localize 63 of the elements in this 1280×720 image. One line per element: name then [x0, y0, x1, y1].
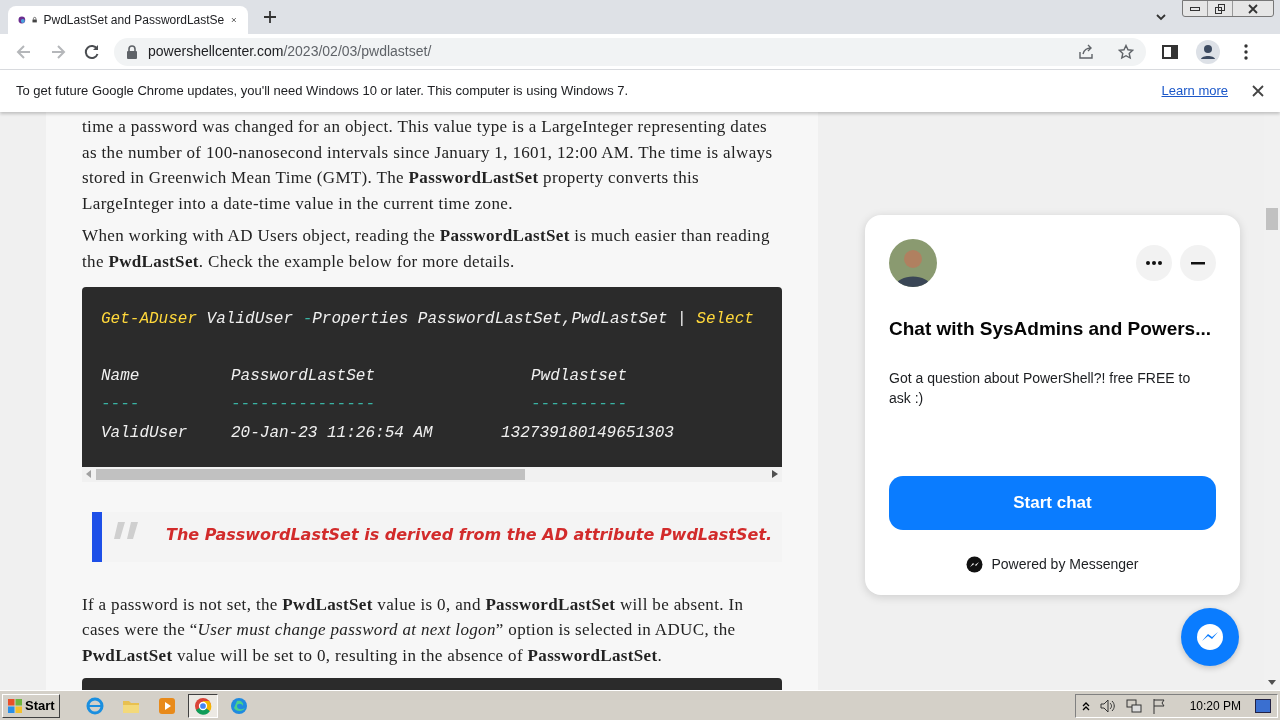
menu-icon[interactable] [1244, 43, 1248, 60]
speaker-icon[interactable] [1099, 698, 1116, 713]
quote-text: The PasswordLastSet is derived from the AD attribute PwdLastSet. [166, 523, 773, 546]
taskbar-button[interactable] [187, 693, 218, 718]
ie-icon [85, 696, 104, 715]
close-icon [1248, 3, 1258, 14]
start-button[interactable]: Start [2, 693, 60, 718]
minus-icon [1191, 261, 1205, 265]
more-options-button[interactable] [1136, 245, 1172, 281]
tab-title: PwdLastSet and PasswordLastSe [43, 12, 225, 29]
code-text: Pwdlastset [531, 366, 627, 385]
star-icon[interactable] [1118, 43, 1134, 60]
paragraph: When working with AD Users object, reading the PasswordLastSet is much easier than reading the PwdLastSet. Check the example below for more details. [82, 225, 771, 273]
scroll-right-icon [772, 470, 778, 479]
minimize-chat-button[interactable] [1180, 245, 1216, 281]
show-desktop-icon[interactable] [1255, 698, 1271, 713]
messenger-icon [966, 555, 984, 573]
code-text: --------------- [231, 395, 376, 414]
minimize-icon [1190, 5, 1200, 12]
start-chat-button[interactable]: Start chat [889, 475, 1216, 530]
scrollbar-thumb[interactable] [96, 468, 525, 480]
code-text: Name [101, 366, 140, 385]
paragraph: If a password is not set, the PwdLastSet value is 0, and PasswordLastSet will be absent. In cases were the “User must change password at next logon” option is selected in ADUC, the PwdLastSet value will be set to 0, resulting in the absence of PasswordLastSet. [82, 593, 745, 667]
chrome-icon [193, 696, 212, 715]
restore-icon [1215, 3, 1225, 14]
quote-bar [92, 511, 102, 562]
profile-icon[interactable] [1196, 39, 1220, 64]
share-icon[interactable] [1078, 43, 1094, 60]
paragraph: time a password was changed for an object. This value type is a LargeInteger representing dates as the number of 100-nanosecond intervals since January 1, 1601, 12:00 AM. The time is always stored in Greenwich Mean Time (GMT). The PasswordLastSet property converts this LargeInteger into a date-time value in the current time zone. [82, 116, 774, 215]
code-text: ---- [101, 395, 140, 414]
url-text: powershellcenter.com/2023/02/03/pwdlastset/ [148, 42, 433, 61]
messenger-icon [1195, 622, 1225, 652]
avatar-icon [889, 239, 937, 287]
chevron-up-icon[interactable] [1081, 700, 1090, 711]
messenger-button[interactable] [1181, 608, 1239, 666]
scroll-down-icon [1268, 680, 1276, 686]
network-icon[interactable] [1125, 697, 1142, 714]
scrollbar-thumb[interactable] [1266, 208, 1278, 230]
code-text: ---------- [531, 395, 627, 414]
windows-logo-icon [7, 697, 23, 714]
scroll-left-icon [86, 470, 92, 479]
code-text: 20-Jan-23 11:26:54 AM [231, 423, 433, 442]
address-bar[interactable]: powershellcenter.com/2023/02/03/pwdlastset/ [114, 37, 1146, 66]
code-text: PasswordLastSet [231, 366, 376, 385]
learn-more-link[interactable]: Learn more [1161, 81, 1228, 101]
new-tab-icon[interactable] [262, 9, 278, 25]
code-line: Get-ADuser ValidUser -Properties PasswordLastSet,PwdLastSet | Select [101, 308, 755, 330]
lock-icon [126, 44, 138, 59]
edge-icon [229, 696, 248, 715]
code-text: ValidUser [101, 423, 188, 442]
infobar-message: To get future Google Chrome updates, you'll need Windows 10 or later. This computer is using Windows 7. [16, 82, 630, 101]
flag-icon[interactable] [1151, 697, 1166, 714]
quote-mark-icon [112, 519, 140, 540]
powered-by-text: Powered by Messenger [991, 554, 1139, 574]
side-panel-icon[interactable] [1162, 43, 1178, 60]
more-icon [1146, 261, 1162, 265]
chat-title: Chat with SysAdmins and Powers... [889, 317, 1212, 341]
browser-tab[interactable]: PwdLastSet and PasswordLastSe [8, 6, 248, 34]
code-text: 132739180149651303 [501, 423, 674, 442]
close-icon[interactable] [1252, 85, 1264, 97]
clock-time: 10:20 PM [1189, 697, 1241, 715]
media-player-icon [157, 696, 176, 715]
chat-message: Got a question about PowerShell?! free FREE to ask :) [889, 368, 1192, 408]
